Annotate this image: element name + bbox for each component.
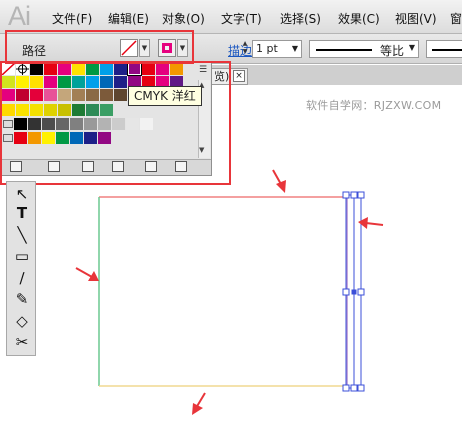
arrow-icon [75,267,99,281]
arrow-icon [192,392,206,415]
artboard-canvas[interactable] [0,0,462,431]
arrow-icon [358,217,384,229]
arrow-icon [272,169,286,193]
annotation-arrows [75,169,384,415]
